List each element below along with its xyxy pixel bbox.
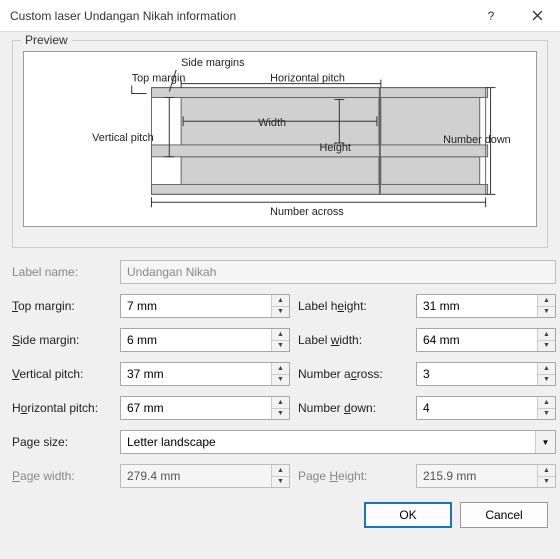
horizontal-pitch-input[interactable]: ▲▼	[120, 396, 290, 420]
svg-text:Vertical pitch: Vertical pitch	[92, 132, 154, 144]
help-button[interactable]: ?	[468, 0, 514, 32]
titlebar: Custom laser Undangan Nikah information …	[0, 0, 560, 32]
close-button[interactable]	[514, 0, 560, 32]
number-across-input[interactable]: ▲▼	[416, 362, 556, 386]
page-size-select[interactable]: Letter landscape ▼	[120, 430, 556, 454]
label-name-input: Undangan Nikah	[120, 260, 556, 284]
window-title: Custom laser Undangan Nikah information	[10, 9, 468, 23]
form-grid: Label name: Undangan Nikah Top margin: ▲…	[12, 260, 548, 488]
label-name-label: Label name:	[12, 265, 112, 279]
vertical-pitch-label: Vertical pitch:	[12, 367, 112, 381]
dialog-buttons: OK Cancel	[12, 502, 548, 528]
svg-text:Height: Height	[320, 142, 351, 154]
svg-text:Top margin: Top margin	[132, 73, 186, 85]
spin-down-icon[interactable]: ▼	[272, 307, 289, 318]
preview-diagram: Side margins Top margin Horizontal pitch…	[23, 51, 537, 227]
svg-text:Side margins: Side margins	[181, 57, 245, 69]
vertical-pitch-input[interactable]: ▲▼	[120, 362, 290, 386]
close-icon	[532, 10, 543, 21]
ok-button[interactable]: OK	[364, 502, 452, 528]
number-down-input[interactable]: ▲▼	[416, 396, 556, 420]
spin-up-icon[interactable]: ▲	[272, 295, 289, 307]
top-margin-label: Top margin:	[12, 299, 112, 313]
page-width-label: Page width:	[12, 469, 112, 483]
svg-text:Horizontal pitch: Horizontal pitch	[270, 73, 345, 85]
chevron-down-icon: ▼	[535, 431, 555, 453]
side-margin-label: Side margin:	[12, 333, 112, 347]
page-width-input: ▲▼	[120, 464, 290, 488]
label-height-input[interactable]: ▲▼	[416, 294, 556, 318]
label-width-label: Label width:	[298, 333, 408, 347]
svg-text:Number across: Number across	[270, 206, 344, 218]
number-across-label: Number across:	[298, 367, 408, 381]
preview-legend: Preview	[21, 33, 72, 47]
page-size-label: Page size:	[12, 435, 112, 449]
page-height-label: Page Height:	[298, 469, 408, 483]
side-margin-input[interactable]: ▲▼	[120, 328, 290, 352]
preview-group: Preview Side margins Top margin	[12, 40, 548, 248]
top-margin-input[interactable]: ▲▼	[120, 294, 290, 318]
page-height-input: ▲▼	[416, 464, 556, 488]
svg-text:Width: Width	[258, 117, 286, 129]
cancel-button[interactable]: Cancel	[460, 502, 548, 528]
label-width-input[interactable]: ▲▼	[416, 328, 556, 352]
label-height-label: Label height:	[298, 299, 408, 313]
svg-text:Number down: Number down	[443, 134, 511, 146]
number-down-label: Number down:	[298, 401, 408, 415]
horizontal-pitch-label: Horizontal pitch:	[12, 401, 112, 415]
